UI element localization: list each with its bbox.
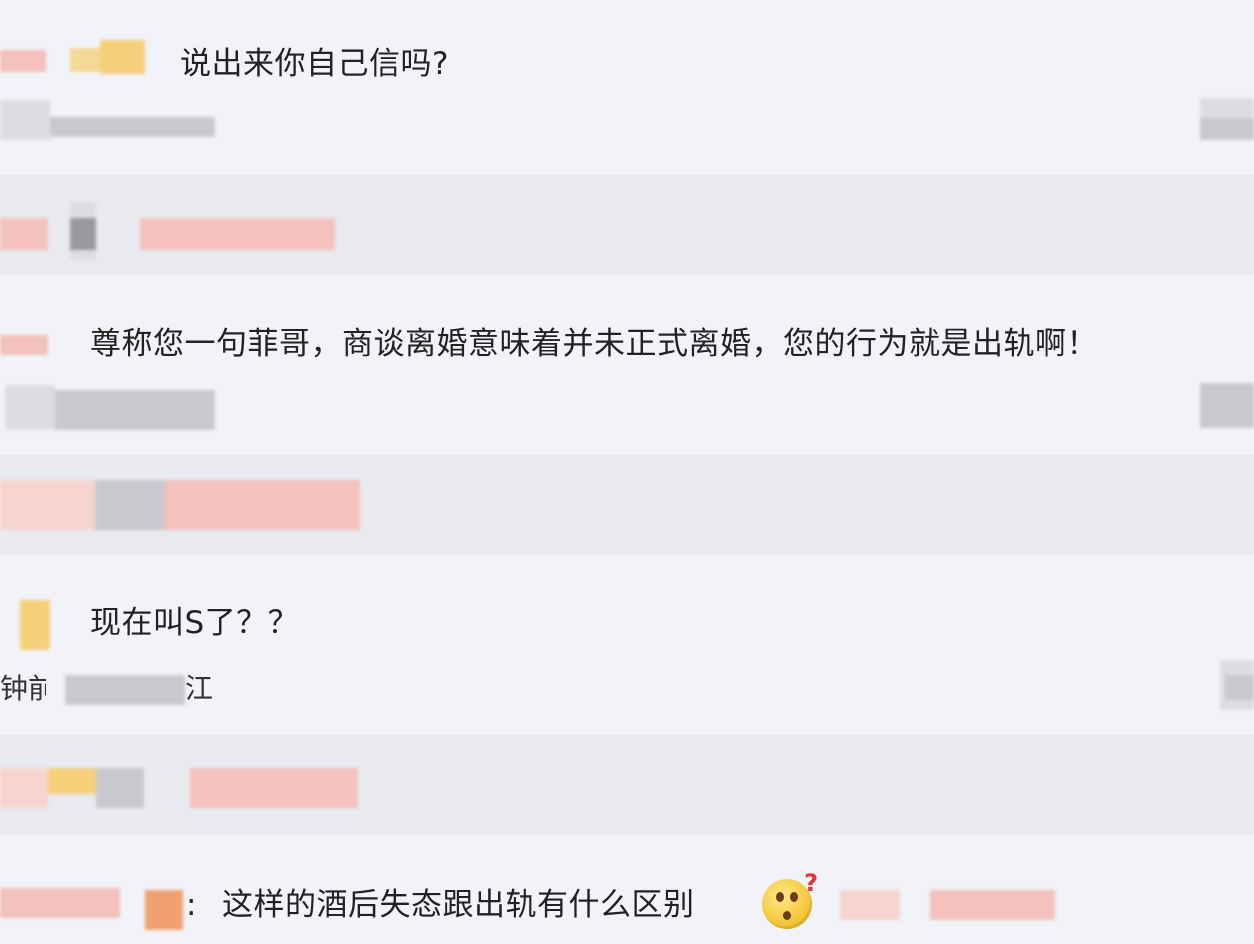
reply-band bbox=[0, 455, 1254, 555]
pixelated-reply bbox=[0, 475, 360, 535]
pixelated-metadata bbox=[45, 670, 195, 715]
pixelated-metadata bbox=[0, 380, 220, 435]
location-fragment: 江 bbox=[185, 672, 214, 705]
reply-band bbox=[0, 175, 1254, 275]
pixelated-username bbox=[0, 40, 160, 80]
pixelated-username bbox=[0, 880, 200, 935]
pixelated-username bbox=[0, 330, 60, 360]
comment-prefix: : bbox=[186, 887, 197, 923]
reply-band bbox=[0, 735, 1254, 835]
pixelated-reply bbox=[0, 190, 340, 260]
pixelated-action[interactable] bbox=[1200, 98, 1254, 143]
comment-item: 说出来你自己信吗? bbox=[0, 0, 1254, 175]
pixelated-action[interactable] bbox=[1205, 650, 1254, 720]
comment-text: 现在叫S了？？ bbox=[90, 605, 300, 641]
pixelated-metadata bbox=[0, 95, 220, 145]
pixelated-action[interactable] bbox=[1200, 383, 1254, 428]
pixelated-reply bbox=[0, 760, 360, 815]
comment-text: 尊称您一句菲哥，商谈离婚意味着并未正式离婚，您的行为就是出轨啊！ bbox=[90, 326, 1098, 362]
pixelated-metadata bbox=[840, 885, 1060, 925]
comment-item: 现在叫S了？？ 钟前 江 bbox=[0, 555, 1254, 735]
pixelated-username bbox=[0, 595, 70, 655]
comment-text: 说出来你自己信吗? bbox=[180, 46, 449, 82]
timestamp-fragment: 钟前 bbox=[0, 672, 46, 705]
comment-item: 尊称您一句菲哥，商谈离婚意味着并未正式离婚，您的行为就是出轨啊！ bbox=[0, 275, 1254, 455]
comment-feed: 说出来你自己信吗? 尊称您一句菲哥，商谈离婚意味着并未正式离婚，您的行为就是出轨… bbox=[0, 0, 1254, 944]
confused-emoji-icon: ? bbox=[762, 869, 818, 929]
comment-item: : 这样的酒后失态跟出轨有什么区别 ? bbox=[0, 835, 1254, 944]
comment-text: 这样的酒后失态跟出轨有什么区别 bbox=[222, 887, 695, 923]
